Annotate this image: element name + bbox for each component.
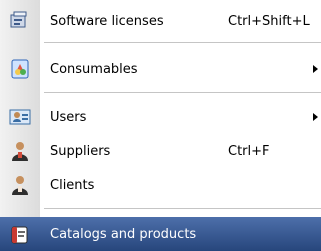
users-icon: [9, 109, 31, 125]
menu-item-label: Users: [50, 109, 87, 125]
menu-separator: [44, 208, 321, 210]
menu-item-label: Software licenses: [50, 13, 164, 29]
clients-icon: [12, 176, 28, 195]
menu-item-consumables[interactable]: Consumables: [0, 52, 321, 86]
submenu-arrow-icon: [313, 113, 318, 121]
menu-separator: [44, 42, 321, 44]
menu-item-label: Suppliers: [50, 143, 111, 159]
menu-item-clients[interactable]: Clients: [0, 168, 321, 202]
menu-item-shortcut: Ctrl+F: [228, 143, 270, 159]
menu-item-suppliers[interactable]: Suppliers Ctrl+F: [0, 134, 321, 168]
menu-item-catalogs-and-products[interactable]: Catalogs and products: [0, 217, 321, 251]
menu-separator: [44, 92, 321, 94]
consumables-icon: [11, 59, 29, 79]
menu-item-shortcut: Ctrl+Shift+L: [228, 13, 310, 29]
menu-item-users[interactable]: Users: [0, 100, 321, 134]
submenu-arrow-icon: [313, 65, 318, 73]
menu-item-label: Clients: [50, 177, 95, 193]
menu-item-label: Catalogs and products: [50, 226, 197, 242]
software-licenses-icon: [10, 11, 27, 28]
suppliers-icon: [12, 142, 28, 161]
context-menu: Software licenses Ctrl+Shift+L Consumabl…: [0, 0, 321, 251]
menu-item-software-licenses[interactable]: Software licenses Ctrl+Shift+L: [0, 4, 321, 38]
catalogs-products-icon: [11, 226, 28, 244]
menu-item-label: Consumables: [50, 61, 138, 77]
